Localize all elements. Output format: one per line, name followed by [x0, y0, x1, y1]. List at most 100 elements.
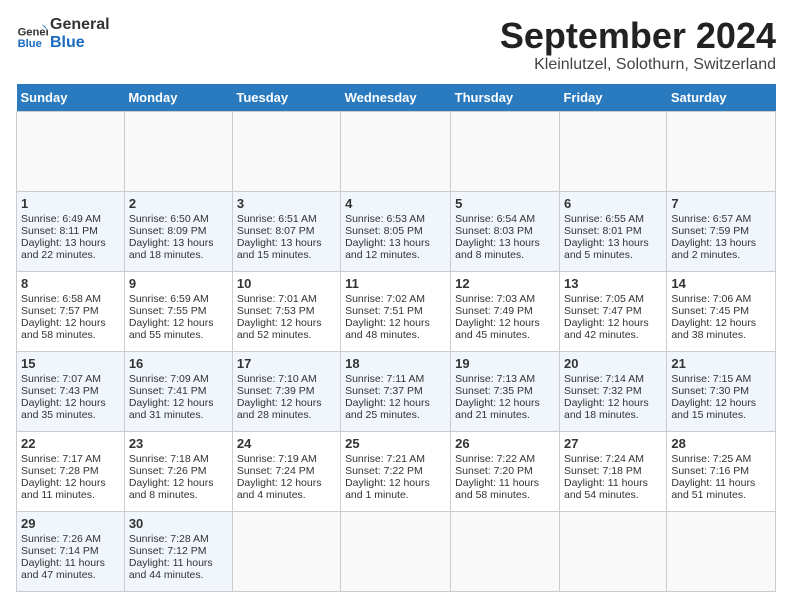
cell-text: and 51 minutes. [671, 489, 771, 501]
cell-text: Sunset: 8:09 PM [129, 225, 228, 237]
calendar-cell: 23Sunrise: 7:18 AMSunset: 7:26 PMDayligh… [124, 431, 232, 511]
cell-text: Daylight: 11 hours [455, 477, 555, 489]
calendar-cell: 26Sunrise: 7:22 AMSunset: 7:20 PMDayligh… [451, 431, 560, 511]
calendar-table: SundayMondayTuesdayWednesdayThursdayFrid… [16, 84, 776, 592]
calendar-week-row: 22Sunrise: 7:17 AMSunset: 7:28 PMDayligh… [17, 431, 776, 511]
col-header-friday: Friday [559, 84, 666, 112]
cell-text: Sunrise: 7:22 AM [455, 453, 555, 465]
day-number: 24 [237, 436, 336, 451]
cell-text: and 18 minutes. [129, 249, 228, 261]
cell-text: Daylight: 13 hours [564, 237, 662, 249]
cell-text: Daylight: 12 hours [129, 477, 228, 489]
cell-text: Sunset: 7:32 PM [564, 385, 662, 397]
col-header-tuesday: Tuesday [232, 84, 340, 112]
cell-text: Sunset: 7:51 PM [345, 305, 446, 317]
cell-text: and 35 minutes. [21, 409, 120, 421]
cell-text: and 8 minutes. [129, 489, 228, 501]
cell-text: and 15 minutes. [671, 409, 771, 421]
cell-text: Daylight: 12 hours [237, 317, 336, 329]
calendar-cell: 6 Sunrise: 6:55 AMSunset: 8:01 PMDaylight… [559, 191, 666, 271]
calendar-cell [232, 111, 340, 191]
cell-text: and 45 minutes. [455, 329, 555, 341]
cell-text: Daylight: 12 hours [237, 397, 336, 409]
cell-text: Daylight: 12 hours [21, 317, 120, 329]
cell-text: Sunset: 7:59 PM [671, 225, 771, 237]
cell-text: Sunset: 7:49 PM [455, 305, 555, 317]
cell-text: Sunrise: 6:55 AM [564, 213, 662, 225]
calendar-cell: 29Sunrise: 7:26 AMSunset: 7:14 PMDayligh… [17, 511, 125, 591]
cell-text: Sunrise: 7:14 AM [564, 373, 662, 385]
day-number: 9 [129, 276, 228, 291]
calendar-cell: 11Sunrise: 7:02 AMSunset: 7:51 PMDayligh… [341, 271, 451, 351]
calendar-cell: 15Sunrise: 7:07 AMSunset: 7:43 PMDayligh… [17, 351, 125, 431]
cell-text: Sunset: 8:01 PM [564, 225, 662, 237]
calendar-cell: 12Sunrise: 7:03 AMSunset: 7:49 PMDayligh… [451, 271, 560, 351]
cell-text: Sunset: 7:39 PM [237, 385, 336, 397]
calendar-cell [124, 111, 232, 191]
day-number: 21 [671, 356, 771, 371]
cell-text: and 25 minutes. [345, 409, 446, 421]
col-header-wednesday: Wednesday [341, 84, 451, 112]
calendar-cell [667, 111, 776, 191]
cell-text: Daylight: 12 hours [21, 477, 120, 489]
day-number: 2 [129, 196, 228, 211]
calendar-cell [451, 111, 560, 191]
cell-text: Sunrise: 6:50 AM [129, 213, 228, 225]
calendar-cell: 21Sunrise: 7:15 AMSunset: 7:30 PMDayligh… [667, 351, 776, 431]
cell-text: Sunrise: 6:54 AM [455, 213, 555, 225]
cell-text: Daylight: 11 hours [21, 557, 120, 569]
cell-text: and 5 minutes. [564, 249, 662, 261]
cell-text: and 58 minutes. [455, 489, 555, 501]
cell-text: Daylight: 13 hours [21, 237, 120, 249]
cell-text: Sunset: 7:22 PM [345, 465, 446, 477]
col-header-thursday: Thursday [451, 84, 560, 112]
cell-text: Sunset: 7:12 PM [129, 545, 228, 557]
cell-text: and 15 minutes. [237, 249, 336, 261]
cell-text: and 28 minutes. [237, 409, 336, 421]
calendar-cell: 25Sunrise: 7:21 AMSunset: 7:22 PMDayligh… [341, 431, 451, 511]
title-block: September 2024 Kleinlutzel, Solothurn, S… [500, 16, 776, 74]
calendar-cell: 4Sunrise: 6:53 AMSunset: 8:05 PMDaylight… [341, 191, 451, 271]
cell-text: Daylight: 12 hours [455, 317, 555, 329]
calendar-week-row [17, 111, 776, 191]
calendar-week-row: 8Sunrise: 6:58 AMSunset: 7:57 PMDaylight… [17, 271, 776, 351]
cell-text: Daylight: 11 hours [564, 477, 662, 489]
cell-text: and 55 minutes. [129, 329, 228, 341]
cell-text: Sunset: 7:57 PM [21, 305, 120, 317]
cell-text: Sunrise: 7:03 AM [455, 293, 555, 305]
cell-text: and 2 minutes. [671, 249, 771, 261]
cell-text: and 21 minutes. [455, 409, 555, 421]
cell-text: Daylight: 12 hours [564, 317, 662, 329]
calendar-cell: 22Sunrise: 7:17 AMSunset: 7:28 PMDayligh… [17, 431, 125, 511]
page-header: General Blue General Blue September 2024… [16, 16, 776, 74]
cell-text: Sunrise: 7:17 AM [21, 453, 120, 465]
cell-text: Sunrise: 7:06 AM [671, 293, 771, 305]
calendar-cell [17, 111, 125, 191]
day-number: 16 [129, 356, 228, 371]
cell-text: Sunset: 7:28 PM [21, 465, 120, 477]
day-number: 23 [129, 436, 228, 451]
day-number: 14 [671, 276, 771, 291]
cell-text: Sunrise: 7:11 AM [345, 373, 446, 385]
cell-text: Daylight: 12 hours [345, 477, 446, 489]
svg-text:Blue: Blue [18, 37, 42, 49]
cell-text: Sunset: 8:07 PM [237, 225, 336, 237]
col-header-saturday: Saturday [667, 84, 776, 112]
cell-text: Daylight: 12 hours [21, 397, 120, 409]
day-number: 6 [564, 196, 662, 211]
cell-text: and 1 minute. [345, 489, 446, 501]
calendar-cell [232, 511, 340, 591]
cell-text: and 52 minutes. [237, 329, 336, 341]
day-number: 27 [564, 436, 662, 451]
cell-text: Sunset: 7:24 PM [237, 465, 336, 477]
cell-text: Sunrise: 6:57 AM [671, 213, 771, 225]
location: Kleinlutzel, Solothurn, Switzerland [500, 56, 776, 74]
calendar-cell [341, 511, 451, 591]
day-number: 10 [237, 276, 336, 291]
cell-text: and 47 minutes. [21, 569, 120, 581]
cell-text: Sunrise: 7:25 AM [671, 453, 771, 465]
calendar-cell: 24Sunrise: 7:19 AMSunset: 7:24 PMDayligh… [232, 431, 340, 511]
calendar-cell: 2Sunrise: 6:50 AMSunset: 8:09 PMDaylight… [124, 191, 232, 271]
cell-text: Sunrise: 7:19 AM [237, 453, 336, 465]
day-number: 7 [671, 196, 771, 211]
